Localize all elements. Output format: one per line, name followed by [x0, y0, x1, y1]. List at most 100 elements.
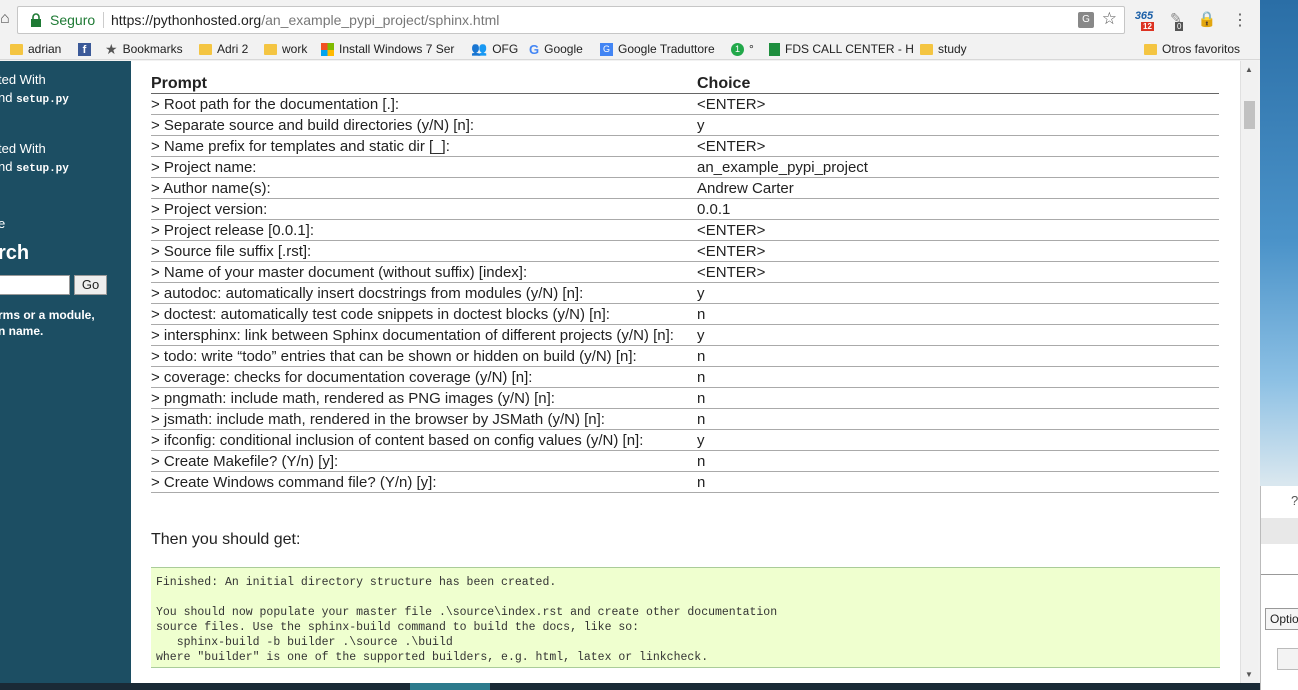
bookmark-ofg[interactable]: 👥 OFG	[471, 40, 518, 58]
bookmark-study[interactable]: study	[920, 40, 967, 58]
table-row: > Name of your master document (without …	[151, 262, 1219, 283]
row-choice: 0.0.1	[697, 201, 731, 218]
row-prompt: > Create Makefile? (Y/n) [y]:	[151, 453, 339, 470]
sidebar-link-text: nd	[0, 159, 13, 174]
browser-window: ⌂ Seguro https://pythonhosted.org/an_exa…	[0, 0, 1260, 690]
row-prompt: > pngmath: include math, rendered as PNG…	[151, 390, 555, 407]
row-choice: <ENTER>	[697, 222, 766, 239]
bookmark-label: work	[282, 42, 308, 56]
sidebar-link-3[interactable]: e	[0, 216, 5, 231]
row-choice: <ENTER>	[697, 96, 766, 113]
table-row: > coverage: checks for documentation cov…	[151, 367, 1219, 388]
bookmark-label: Adri 2	[217, 42, 249, 56]
home-icon[interactable]: ⌂	[0, 10, 16, 28]
bookmark-install-windows[interactable]: Install Windows 7 Ser	[321, 40, 454, 58]
row-prompt: > Name prefix for templates and static d…	[151, 138, 450, 155]
bookmark-adrian[interactable]: adrian	[10, 40, 61, 58]
bookmark-otros[interactable]: Otros favoritos	[1144, 40, 1240, 58]
search-input[interactable]	[0, 275, 70, 295]
go-button[interactable]: Go	[74, 275, 107, 295]
sidebar-link-code: setup.py	[16, 94, 69, 106]
sidebar-link-1[interactable]: ted With	[0, 72, 46, 87]
bookmark-star-icon[interactable]: ☆	[1102, 9, 1117, 29]
url-path: /an_example_pypi_project/sphinx.html	[261, 12, 500, 28]
row-prompt: > jsmath: include math, rendered in the …	[151, 411, 605, 428]
table-row: > Name prefix for templates and static d…	[151, 136, 1219, 157]
sidebar-link-text: nd	[0, 90, 13, 105]
bookmark-work[interactable]: work	[264, 40, 307, 58]
bg-window-bar	[1261, 518, 1298, 544]
bookmark-facebook[interactable]: f	[78, 40, 91, 58]
scrollbar[interactable]: ▲ ▼	[1240, 61, 1258, 683]
row-prompt: > intersphinx: link between Sphinx docum…	[151, 327, 674, 344]
row-choice: an_example_pypi_project	[697, 159, 868, 176]
row-prompt: > Project release [0.0.1]:	[151, 222, 315, 239]
ext-pin-icon[interactable]: ✎ 0	[1165, 10, 1187, 32]
scroll-up-icon[interactable]: ▲	[1245, 65, 1253, 74]
translate-icon: G	[600, 42, 613, 56]
taskbar-strip	[0, 683, 1260, 690]
bg-window-button[interactable]	[1277, 648, 1298, 670]
bookmark-bookmarks[interactable]: ★ Bookmarks	[105, 40, 183, 58]
sidebar-link-2[interactable]: ted With	[0, 141, 46, 156]
url-separator	[103, 12, 104, 28]
bookmark-traduttore[interactable]: G Google Traduttore	[600, 40, 715, 58]
bookmark-label: °	[749, 42, 754, 56]
sidebar-link-code: setup.py	[16, 163, 69, 175]
row-prompt: > Project version:	[151, 201, 268, 218]
sidebar-link-2-sub[interactable]: nd setup.py	[0, 159, 69, 175]
table-row: > todo: write “todo” entries that can be…	[151, 346, 1219, 367]
row-prompt: > Create Windows command file? (Y/n) [y]…	[151, 474, 437, 491]
header-choice: Choice	[697, 75, 751, 92]
green-circle-icon: 1	[731, 42, 744, 56]
folder-icon	[10, 43, 23, 55]
page-content: Prompt Choice > Root path for the docume…	[131, 61, 1240, 683]
star-icon: ★	[105, 40, 118, 57]
bookmark-adri2[interactable]: Adri 2	[199, 40, 248, 58]
row-prompt: > Name of your master document (without …	[151, 264, 528, 281]
bookmark-label: Google	[544, 42, 583, 56]
row-choice: n	[697, 453, 706, 470]
sheets-icon	[769, 42, 780, 56]
row-choice: y	[697, 327, 705, 344]
row-choice: n	[697, 411, 706, 428]
row-choice: n	[697, 474, 706, 491]
scroll-down-icon[interactable]: ▼	[1245, 670, 1253, 679]
bookmark-label: Bookmarks	[122, 42, 183, 56]
folder-icon	[199, 43, 212, 55]
bookmark-google[interactable]: G Google	[529, 40, 583, 58]
url-text[interactable]: https://pythonhosted.org/an_example_pypi…	[111, 12, 499, 28]
row-prompt: > doctest: automatically test code snipp…	[151, 306, 610, 323]
menu-icon[interactable]: ⋮	[1232, 10, 1248, 30]
table-row: > Project name: an_example_pypi_project	[151, 157, 1219, 178]
row-choice: <ENTER>	[697, 243, 766, 260]
sidebar-link-1-sub[interactable]: nd setup.py	[0, 90, 69, 106]
omnibox[interactable]: Seguro https://pythonhosted.org/an_examp…	[17, 6, 1125, 34]
row-choice: n	[697, 348, 706, 365]
google-icon: G	[529, 41, 540, 57]
translate-icon[interactable]: G	[1078, 12, 1094, 28]
table-row: > jsmath: include math, rendered in the …	[151, 409, 1219, 430]
row-prompt: > autodoc: automatically insert docstrin…	[151, 285, 584, 302]
table-row: > Project version: 0.0.1	[151, 199, 1219, 220]
bookmark-degree[interactable]: 1 °	[731, 40, 754, 58]
row-choice: y	[697, 117, 705, 134]
table-row: > Separate source and build directories …	[151, 115, 1219, 136]
bg-options-button[interactable]: Optio	[1265, 608, 1298, 630]
bookmark-fds[interactable]: FDS CALL CENTER - H	[769, 40, 914, 58]
row-prompt: > Source file suffix [.rst]:	[151, 243, 312, 260]
output-code-block: Finished: An initial directory structure…	[151, 567, 1220, 668]
search-hint-2: n name.	[0, 324, 44, 338]
bookmark-label: OFG	[492, 42, 519, 56]
row-choice: n	[697, 306, 706, 323]
ext-pin-badge: 0	[1175, 22, 1184, 31]
bookmark-label: Otros favoritos	[1162, 42, 1241, 56]
table-row: > Root path for the documentation [.]: <E…	[151, 94, 1219, 115]
row-prompt: > Author name(s):	[151, 180, 271, 197]
row-choice: y	[697, 285, 705, 302]
ext-bag-icon[interactable]: 🔒	[1196, 10, 1218, 32]
ext-365-icon[interactable]: 365 12	[1133, 10, 1155, 32]
bg-window-divider	[1261, 574, 1298, 575]
scroll-thumb[interactable]	[1244, 101, 1255, 129]
table-row: > pngmath: include math, rendered as PNG…	[151, 388, 1219, 409]
